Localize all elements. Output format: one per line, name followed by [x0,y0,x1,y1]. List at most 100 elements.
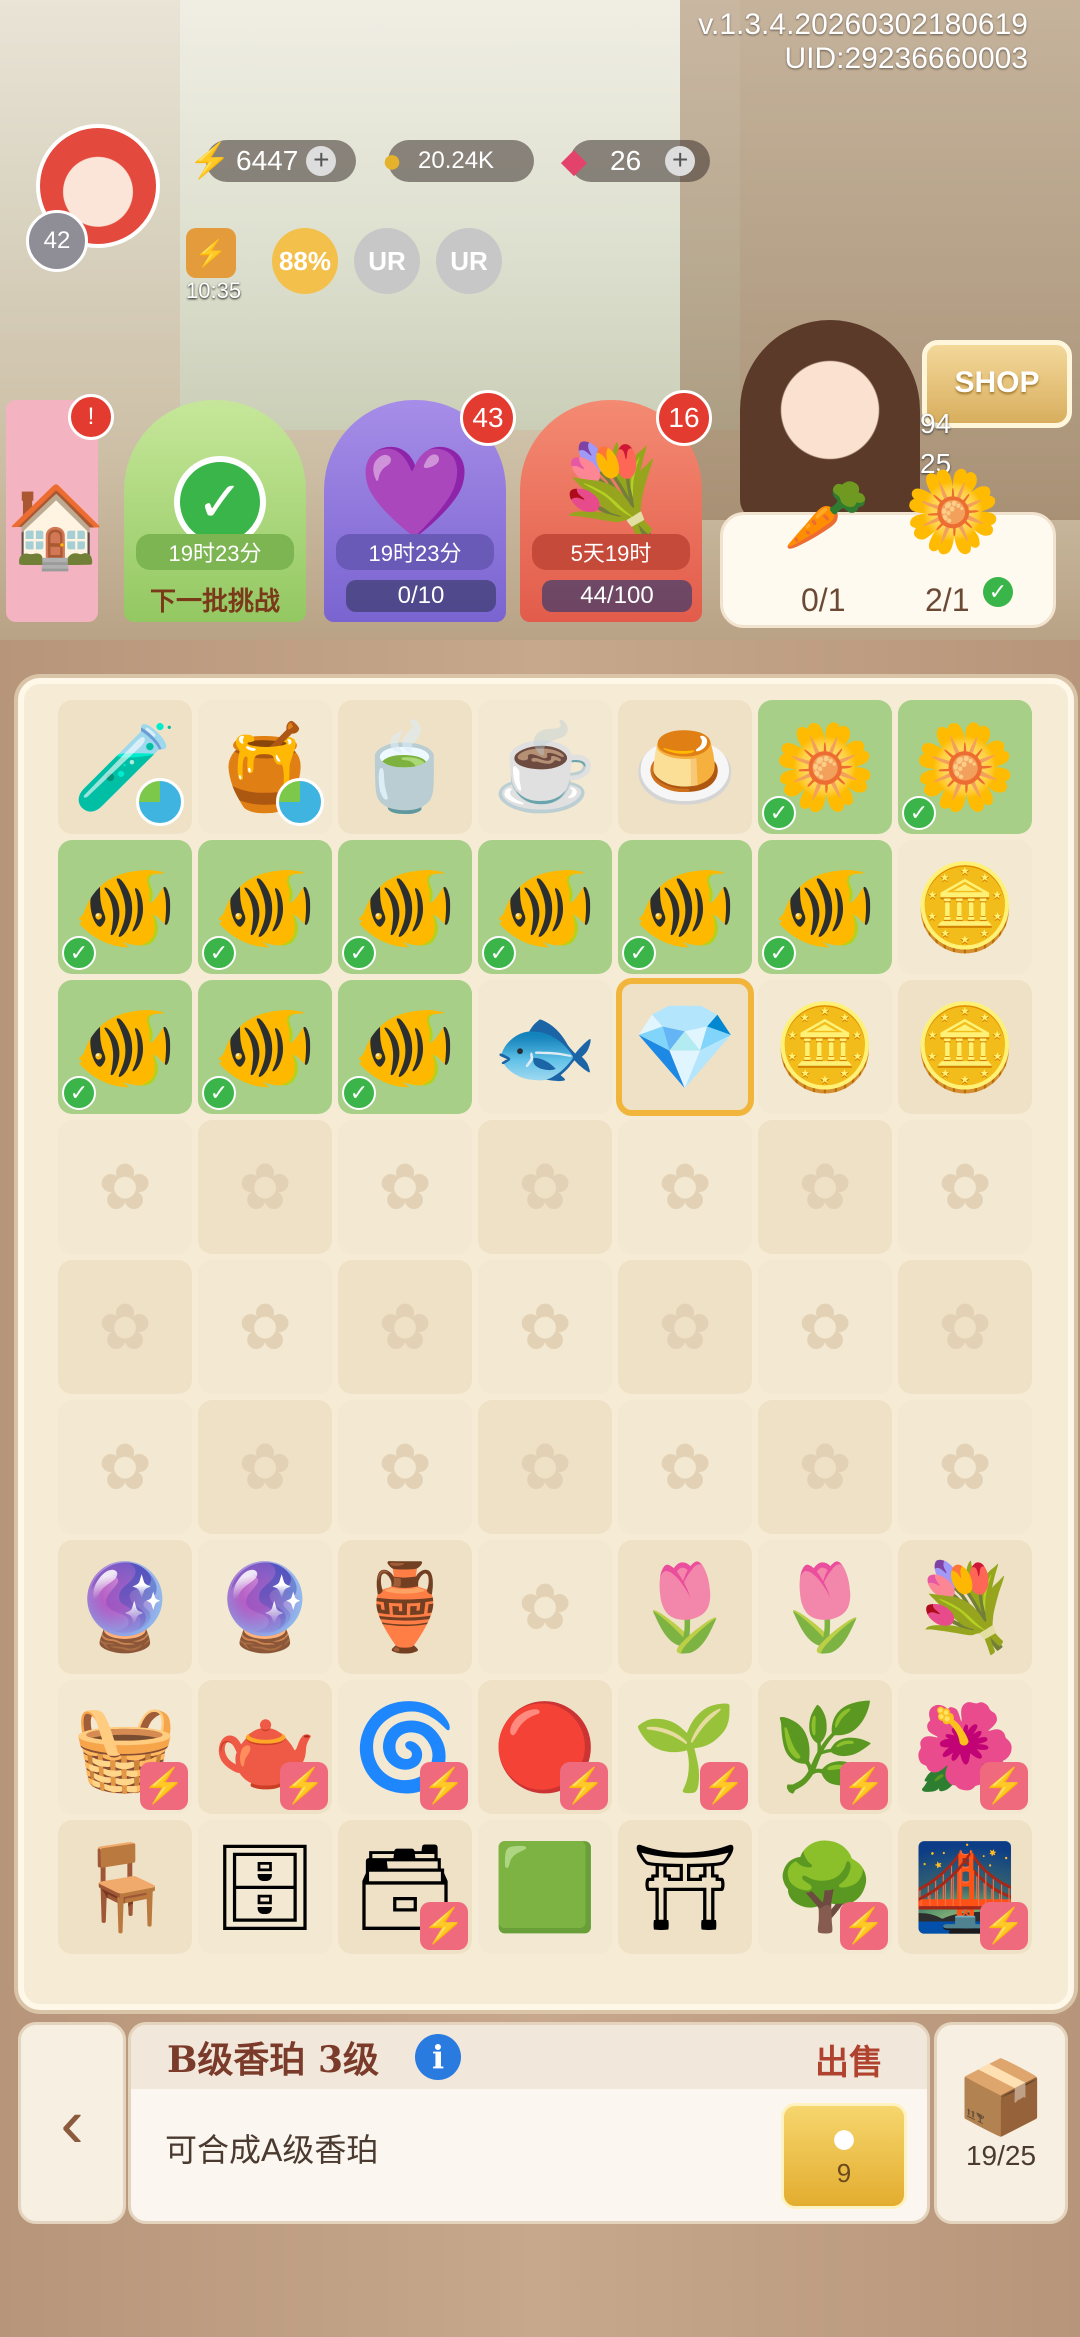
teacup-icon: 🍵 [352,719,458,814]
merge-grid: 🧪 🍯 🍵 ☕ 🍮 🌼 ✓ 🌼 ✓ 🐠 ✓ 🐠 ✓ 🐠 ✓ 🐠 ✓ 🐠 ✓ 🐠 ✓ 🪙 🐠 ✓ 🐠 ✓ 🐠 ✓ 🐟 💎 🪙 🪙 ✿ ✿ ✿ ✿ ✿ ✿ ✿ ✿… [58,700,1032,1954]
board-cell-calla-bouquet[interactable]: 💐 [898,1540,1032,1674]
empty-cell[interactable]: ✿ [758,1260,892,1394]
ur-slot-2[interactable]: UR [436,228,502,294]
info-icon[interactable]: i [415,2034,462,2080]
order-panel[interactable]: 🥕 0/1 🌼 2/1 ✓ [720,467,1056,628]
empty-cell[interactable]: ✿ [758,1120,892,1254]
empty-cell[interactable]: ✿ [758,1400,892,1534]
empty-cell[interactable]: ✿ [618,1260,752,1394]
daily-challenge-card[interactable]: ✓ 19时23分 下一批挑战 [124,400,306,622]
sell-label: 出售 [815,2044,883,2082]
card-progress: 44/100 [542,580,692,612]
board-cell-coin-single[interactable]: 🪙 [898,980,1032,1114]
alert-badge: ! [68,394,114,440]
up-boost-icon[interactable]: 88% [272,228,338,294]
board-cell-garden-arch[interactable]: ⛩ [618,1820,752,1954]
board-cell-yellow-flowers[interactable]: 🌼 ✓ [758,700,892,834]
ur-slot-1[interactable]: UR [354,228,420,294]
board-cell-garden-bridge[interactable]: 🌉 ⚡ [898,1820,1032,1954]
empty-cell[interactable]: ✿ [198,1260,332,1394]
add-energy-button[interactable]: + [306,146,337,176]
board-cell-coin-pair[interactable]: 🪙 [758,980,892,1114]
lavender-event-card[interactable]: 💜 19时23分 0/10 43 [324,390,516,622]
empty-cell[interactable]: ✿ [198,1400,332,1534]
board-cell-yellow-flowers[interactable]: 🌼 ✓ [898,700,1032,834]
board-cell-red-fish[interactable]: 🐟 [478,980,612,1114]
sell-button[interactable]: ● 9 [781,2103,907,2209]
cooldown-pie-icon [276,778,324,826]
back-button[interactable]: ‹ [18,2022,126,2224]
house-card[interactable]: 🏠 ! [6,394,114,622]
empty-cell[interactable]: ✿ [198,1120,332,1254]
board-cell-flower-jar[interactable]: 🏺 [338,1540,472,1674]
generator-bolt-icon: ⚡ [840,1762,888,1810]
board-cell-gold-potion[interactable]: 🍯 [198,700,332,834]
board-cell-clownfish[interactable]: 🐠 ✓ [758,840,892,974]
board-cell-clownfish[interactable]: 🐠 ✓ [618,840,752,974]
board-cell-cat-latte[interactable]: 🍮 [618,700,752,834]
flower-placeholder-icon: ✿ [938,1150,992,1223]
board-cell-coin-stack[interactable]: 🪙 [898,840,1032,974]
order-complete-check-icon: ✓ [983,577,1013,607]
bouquet-event-card[interactable]: 💐 5天19时 44/100 16 [520,390,712,622]
empty-cell[interactable]: ✿ [58,1400,192,1534]
board-cell-cabinet[interactable]: 🗃 ⚡ [338,1820,472,1954]
board-cell-garden-gate[interactable]: 🌳 ⚡ [758,1820,892,1954]
inventory-button[interactable]: 📦 19/25 [934,2022,1068,2224]
board-cell-blue-amber[interactable]: 💎 [616,978,754,1116]
coin-stack-icon: 🪙 [912,859,1018,954]
board-cell-sprout-bed[interactable]: 🌱 ⚡ [618,1680,752,1814]
order-item-1-progress: 0/1 [801,582,846,618]
board-cell-clownfish[interactable]: 🐠 ✓ [198,840,332,974]
board-cell-clownfish[interactable]: 🐠 ✓ [338,840,472,974]
board-cell-calla-lily-pair[interactable]: 🌷 [758,1540,892,1674]
empty-cell[interactable]: ✿ [338,1120,472,1254]
board-cell-red-vortex[interactable]: 🔴 ⚡ [478,1680,612,1814]
empty-cell[interactable]: ✿ [618,1120,752,1254]
small-table-icon: 🪑 [72,1839,178,1934]
board-cell-teacup[interactable]: 🍵 [338,700,472,834]
board-cell-clownfish[interactable]: 🐠 ✓ [58,980,192,1114]
board-cell-clownfish[interactable]: 🐠 ✓ [478,840,612,974]
empty-cell[interactable]: ✿ [478,1540,612,1674]
empty-cell[interactable]: ✿ [478,1260,612,1394]
item-info-bar: ‹ B级香珀 3级 i 出售 可合成A级香珀 ● 9 📦 19/25 [0,2010,1080,2337]
coin-pair-icon: 🪙 [772,999,878,1094]
card-timer: 19时23分 [336,534,494,570]
order-item-2-progress: 2/1 [925,582,970,618]
add-gem-button[interactable]: + [665,146,696,176]
board-cell-bud-bed[interactable]: 🌿 ⚡ [758,1680,892,1814]
board-cell-purple-vortex[interactable]: 🌀 ⚡ [338,1680,472,1814]
board-cell-calla-lily[interactable]: 🌷 [618,1540,752,1674]
player-avatar[interactable]: 42 [26,110,160,272]
empty-cell[interactable]: ✿ [338,1260,472,1394]
board-cell-flower-bed[interactable]: 🌺 ⚡ [898,1680,1032,1814]
board-cell-teapot[interactable]: 🫖 ⚡ [198,1680,332,1814]
empty-cell[interactable]: ✿ [478,1120,612,1254]
board-cell-blue-plant-jar[interactable]: 🔮 [198,1540,332,1674]
board-cell-clownfish[interactable]: 🐠 ✓ [58,840,192,974]
board-cell-basket[interactable]: 🧺 ⚡ [58,1680,192,1814]
board-cell-blue-plant-jar[interactable]: 🔮 [58,1540,192,1674]
board-cell-clownfish[interactable]: 🐠 ✓ [338,980,472,1114]
empty-cell[interactable]: ✿ [898,1120,1032,1254]
empty-cell[interactable]: ✿ [478,1400,612,1534]
check-icon: ✓ [62,936,96,970]
empty-cell[interactable]: ✿ [898,1400,1032,1534]
empty-cell[interactable]: ✿ [58,1120,192,1254]
empty-cell[interactable]: ✿ [58,1260,192,1394]
board-cell-desk[interactable]: 🗄 [198,1820,332,1954]
energy-refill-icon[interactable]: ⚡ [186,228,236,278]
empty-cell[interactable]: ✿ [338,1400,472,1534]
flower-placeholder-icon: ✿ [798,1290,852,1363]
empty-cell[interactable]: ✿ [618,1400,752,1534]
check-icon: ✓ [482,936,516,970]
item-description: 可合成A级香珀 [165,2132,379,2168]
board-cell-small-table[interactable]: 🪑 [58,1820,192,1954]
empty-cell[interactable]: ✿ [898,1260,1032,1394]
board-cell-tile-plot[interactable]: 🟩 [478,1820,612,1954]
coin-value: 20.24K [418,147,495,174]
board-cell-cat-teacup[interactable]: ☕ [478,700,612,834]
board-cell-purple-potion[interactable]: 🧪 [58,700,192,834]
board-cell-clownfish[interactable]: 🐠 ✓ [198,980,332,1114]
